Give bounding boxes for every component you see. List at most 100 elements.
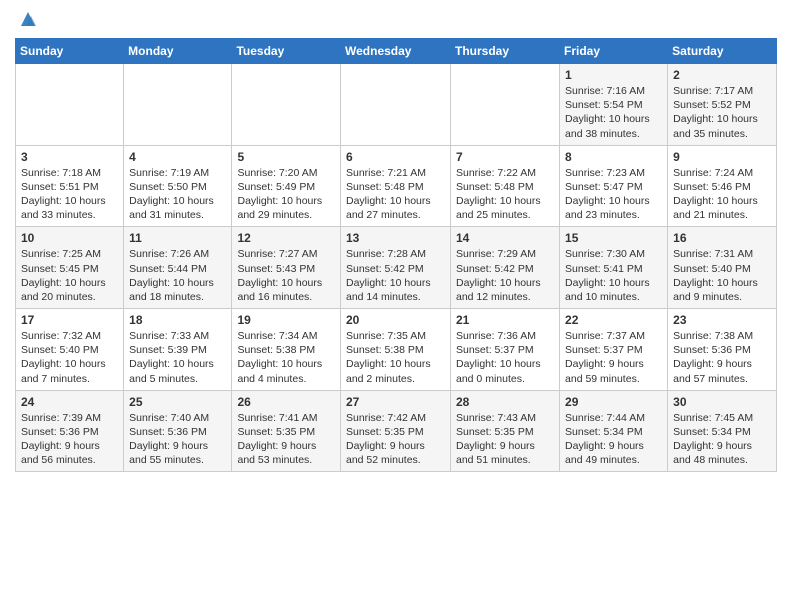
day-info-line: Sunrise: 7:30 AM	[565, 247, 662, 261]
day-number: 11	[129, 231, 226, 245]
day-number: 13	[346, 231, 445, 245]
day-info-line: Daylight: 9 hours and 52 minutes.	[346, 439, 445, 467]
calendar-day-cell: 29Sunrise: 7:44 AMSunset: 5:34 PMDayligh…	[560, 390, 668, 472]
day-info-line: Sunrise: 7:39 AM	[21, 411, 118, 425]
day-info-line: Daylight: 10 hours and 12 minutes.	[456, 276, 554, 304]
calendar-day-cell: 7Sunrise: 7:22 AMSunset: 5:48 PMDaylight…	[451, 145, 560, 227]
day-info-line: Daylight: 10 hours and 27 minutes.	[346, 194, 445, 222]
calendar-day-cell: 11Sunrise: 7:26 AMSunset: 5:44 PMDayligh…	[124, 227, 232, 309]
logo-icon	[17, 8, 39, 30]
day-info-line: Daylight: 10 hours and 35 minutes.	[673, 112, 771, 140]
day-info-line: Daylight: 10 hours and 5 minutes.	[129, 357, 226, 385]
day-number: 22	[565, 313, 662, 327]
day-info-line: Sunrise: 7:29 AM	[456, 247, 554, 261]
day-info-line: Sunset: 5:36 PM	[21, 425, 118, 439]
day-info-line: Sunrise: 7:19 AM	[129, 166, 226, 180]
day-number: 5	[237, 150, 335, 164]
calendar-table: SundayMondayTuesdayWednesdayThursdayFrid…	[15, 38, 777, 472]
day-info-line: Sunrise: 7:22 AM	[456, 166, 554, 180]
day-info-line: Sunrise: 7:24 AM	[673, 166, 771, 180]
calendar-day-cell: 3Sunrise: 7:18 AMSunset: 5:51 PMDaylight…	[16, 145, 124, 227]
weekday-header-cell: Sunday	[16, 39, 124, 64]
day-info-line: Sunrise: 7:36 AM	[456, 329, 554, 343]
day-info-line: Sunset: 5:51 PM	[21, 180, 118, 194]
day-info-line: Sunset: 5:35 PM	[456, 425, 554, 439]
calendar-day-cell: 21Sunrise: 7:36 AMSunset: 5:37 PMDayligh…	[451, 309, 560, 391]
day-info-line: Daylight: 10 hours and 38 minutes.	[565, 112, 662, 140]
day-info-line: Sunset: 5:50 PM	[129, 180, 226, 194]
calendar-day-cell: 4 Sunrise: 7:19 AMSunset: 5:50 PMDaylight…	[124, 145, 232, 227]
day-info-line: Sunrise: 7:27 AM	[237, 247, 335, 261]
day-info-line: Sunset: 5:54 PM	[565, 98, 662, 112]
logo-area	[15, 10, 39, 30]
day-info-line: Daylight: 10 hours and 4 minutes.	[237, 357, 335, 385]
calendar-day-cell: 24Sunrise: 7:39 AMSunset: 5:36 PMDayligh…	[16, 390, 124, 472]
day-info-line: Sunrise: 7:18 AM	[21, 166, 118, 180]
day-info-line: Sunset: 5:37 PM	[565, 343, 662, 357]
calendar-week-row: 1Sunrise: 7:16 AMSunset: 5:54 PMDaylight…	[16, 64, 777, 146]
day-info-line: Sunrise: 7:42 AM	[346, 411, 445, 425]
day-info-line: Daylight: 10 hours and 29 minutes.	[237, 194, 335, 222]
weekday-header-cell: Tuesday	[232, 39, 341, 64]
day-info-line: Sunset: 5:35 PM	[346, 425, 445, 439]
calendar-day-cell: 23Sunrise: 7:38 AMSunset: 5:36 PMDayligh…	[668, 309, 777, 391]
calendar-day-cell: 26Sunrise: 7:41 AMSunset: 5:35 PMDayligh…	[232, 390, 341, 472]
calendar-day-cell: 28Sunrise: 7:43 AMSunset: 5:35 PMDayligh…	[451, 390, 560, 472]
day-info-line: Sunrise: 7:28 AM	[346, 247, 445, 261]
calendar-day-cell: 15Sunrise: 7:30 AMSunset: 5:41 PMDayligh…	[560, 227, 668, 309]
day-number: 20	[346, 313, 445, 327]
day-info-line: Daylight: 9 hours and 55 minutes.	[129, 439, 226, 467]
calendar-day-cell: 13Sunrise: 7:28 AMSunset: 5:42 PMDayligh…	[341, 227, 451, 309]
day-info-line: Sunrise: 7:16 AM	[565, 84, 662, 98]
calendar-day-cell: 25Sunrise: 7:40 AMSunset: 5:36 PMDayligh…	[124, 390, 232, 472]
header	[15, 10, 777, 30]
day-info-line: Sunrise: 7:40 AM	[129, 411, 226, 425]
day-info-line: Sunset: 5:35 PM	[237, 425, 335, 439]
calendar-day-cell: 10Sunrise: 7:25 AMSunset: 5:45 PMDayligh…	[16, 227, 124, 309]
day-info-line: Daylight: 9 hours and 48 minutes.	[673, 439, 771, 467]
day-info-line: Daylight: 10 hours and 33 minutes.	[21, 194, 118, 222]
day-info-line: Sunrise: 7:43 AM	[456, 411, 554, 425]
weekday-header-cell: Friday	[560, 39, 668, 64]
calendar-day-cell	[341, 64, 451, 146]
calendar-day-cell: 27 Sunrise: 7:42 AMSunset: 5:35 PMDayligh…	[341, 390, 451, 472]
day-info-line: Daylight: 10 hours and 31 minutes.	[129, 194, 226, 222]
calendar-day-cell: 8Sunrise: 7:23 AMSunset: 5:47 PMDaylight…	[560, 145, 668, 227]
day-info-line: Daylight: 10 hours and 21 minutes.	[673, 194, 771, 222]
day-number: 27	[346, 395, 445, 409]
day-number: 8	[565, 150, 662, 164]
day-info-line: Sunset: 5:34 PM	[565, 425, 662, 439]
day-info-line: Daylight: 10 hours and 9 minutes.	[673, 276, 771, 304]
day-number: 1	[565, 68, 662, 82]
calendar-week-row: 10Sunrise: 7:25 AMSunset: 5:45 PMDayligh…	[16, 227, 777, 309]
day-info-line: Sunset: 5:43 PM	[237, 262, 335, 276]
day-info-line: Daylight: 10 hours and 7 minutes.	[21, 357, 118, 385]
day-info-line: Daylight: 9 hours and 56 minutes.	[21, 439, 118, 467]
day-info-line: Sunrise: 7:33 AM	[129, 329, 226, 343]
calendar-day-cell: 6Sunrise: 7:21 AMSunset: 5:48 PMDaylight…	[341, 145, 451, 227]
day-info-line: Sunset: 5:42 PM	[456, 262, 554, 276]
calendar-body: 1Sunrise: 7:16 AMSunset: 5:54 PMDaylight…	[16, 64, 777, 472]
day-info-line: Sunrise: 7:44 AM	[565, 411, 662, 425]
day-info-line: Daylight: 9 hours and 49 minutes.	[565, 439, 662, 467]
day-info-line: Sunrise: 7:35 AM	[346, 329, 445, 343]
day-info-line: Daylight: 10 hours and 18 minutes.	[129, 276, 226, 304]
day-number: 4	[129, 150, 226, 164]
calendar-day-cell: 30Sunrise: 7:45 AMSunset: 5:34 PMDayligh…	[668, 390, 777, 472]
day-number: 6	[346, 150, 445, 164]
day-number: 30	[673, 395, 771, 409]
day-number: 23	[673, 313, 771, 327]
weekday-header-cell: Thursday	[451, 39, 560, 64]
day-info-line: Sunset: 5:40 PM	[673, 262, 771, 276]
calendar-day-cell	[451, 64, 560, 146]
day-info-line: Sunset: 5:41 PM	[565, 262, 662, 276]
calendar-day-cell	[16, 64, 124, 146]
day-info-line: Daylight: 10 hours and 23 minutes.	[565, 194, 662, 222]
day-info-line: Sunrise: 7:34 AM	[237, 329, 335, 343]
weekday-header-cell: Wednesday	[341, 39, 451, 64]
calendar-day-cell: 17Sunrise: 7:32 AMSunset: 5:40 PMDayligh…	[16, 309, 124, 391]
calendar-day-cell: 12Sunrise: 7:27 AMSunset: 5:43 PMDayligh…	[232, 227, 341, 309]
weekday-header-cell: Saturday	[668, 39, 777, 64]
day-info-line: Daylight: 9 hours and 57 minutes.	[673, 357, 771, 385]
calendar-day-cell: 16Sunrise: 7:31 AMSunset: 5:40 PMDayligh…	[668, 227, 777, 309]
